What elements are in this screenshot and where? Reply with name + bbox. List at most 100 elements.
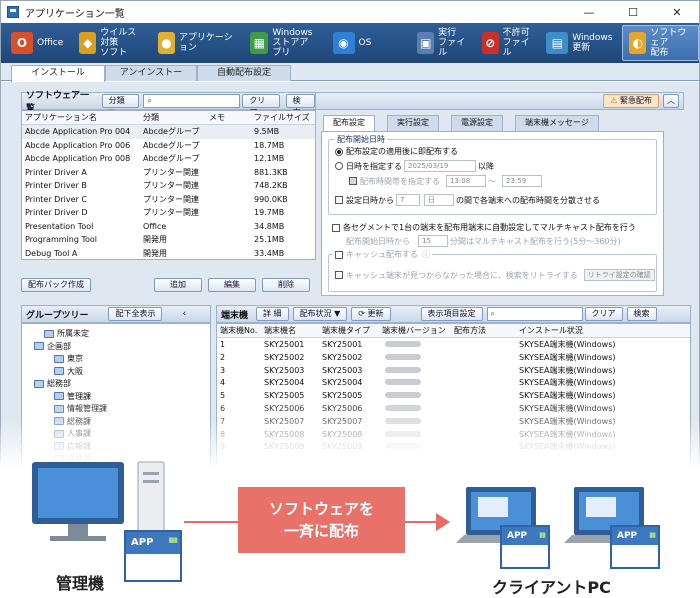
software-row[interactable]: Printer Driver C プリンター関連 990.0KB (22, 193, 315, 207)
software-row[interactable]: Printer Driver B プリンター関連 748.2KB (22, 179, 315, 193)
software-column-header[interactable]: ファイルサイズ (251, 111, 315, 124)
terminal-column-header[interactable]: 端末機タイプ (319, 324, 379, 337)
delete-button[interactable]: 削除 (262, 278, 310, 292)
create-pack-button[interactable]: 配布パック作成 (21, 278, 91, 292)
software-row[interactable]: Printer Driver A プリンター関連 881.3KB (22, 166, 315, 180)
collapse-left-icon[interactable]: ‹ (182, 309, 186, 319)
show-all-button[interactable]: 配下全表示 (108, 307, 163, 321)
group-tree-title: グループツリー (26, 310, 89, 321)
toolbar-item-3[interactable]: ▦ Windows ストアアプリ (244, 25, 322, 61)
app-icon (7, 6, 19, 18)
tab-terminal-message[interactable]: 端末機メッセージ (515, 115, 599, 131)
close-button[interactable]: ✕ (655, 1, 699, 23)
cache-retry-option[interactable]: キャッシュ端末が見つからなかった場合に、検索をリトライする リトライ設定の確認 (335, 269, 657, 281)
date-picker[interactable]: 2025/03/19 (404, 160, 476, 172)
spread-days-input[interactable]: 7 (396, 194, 420, 206)
terminal-row[interactable]: 4 SKY25004 SKY25004 SKYSEA端末機(Windows) (217, 376, 690, 389)
immediate-option[interactable]: 配布設定の適用後に即配布する (335, 146, 458, 157)
maximize-button[interactable]: ☐ (611, 1, 655, 23)
tab-execution-settings[interactable]: 実行設定 (387, 115, 439, 131)
terminal-column-header[interactable]: インストール状況 (516, 324, 676, 337)
spread-checkbox[interactable] (335, 196, 343, 204)
software-column-header[interactable]: メモ (206, 111, 251, 124)
terminal-search-input[interactable]: ⌕ (486, 307, 583, 321)
cache-retry-checkbox[interactable] (335, 271, 343, 279)
spread-option[interactable]: 設定日時から 7 日の間で各端末への配布時間を分散させる (335, 194, 600, 206)
toolbar-item-0[interactable]: O Office (5, 25, 69, 61)
toolbar-item-7[interactable]: ▤ Windows 更新 (540, 25, 618, 61)
toolbar-item-4[interactable]: ◉ OS (327, 25, 378, 61)
tree-node[interactable]: 東京 (54, 353, 83, 364)
tab-auto-distribution[interactable]: 自動配布設定 (197, 65, 291, 81)
tab-power-settings[interactable]: 電源設定 (451, 115, 503, 131)
edit-button[interactable]: 編集 (208, 278, 256, 292)
software-search-input[interactable]: ⌕ (143, 94, 241, 108)
toolbar-item-8[interactable]: ◐ ソフトウェア 配布 (622, 25, 699, 61)
tree-node[interactable]: 管理課 (54, 391, 91, 402)
terminal-column-header[interactable]: 端末機バージョン (379, 324, 451, 337)
toolbar-item-6[interactable]: ⊘ 不許可 ファイル (476, 25, 536, 61)
time-to-input[interactable]: 23:59 (502, 175, 542, 187)
terminal-row[interactable]: 6 SKY25006 SKY25006 SKYSEA端末機(Windows) (217, 402, 690, 415)
add-button[interactable]: 追加 (154, 278, 202, 292)
tree-node[interactable]: 企画部 (34, 341, 71, 352)
tree-node[interactable]: 総務部 (34, 378, 71, 389)
tab-uninstall[interactable]: アンインストール (105, 65, 197, 92)
software-cell: Office (143, 221, 167, 231)
time-range-option[interactable]: 配布時間帯を指定する 13:08 〜 23:59 (349, 175, 544, 187)
multicast-option[interactable]: 各セグメントで1台の端末を配布用端末に自動設定してマルチキャスト配布を行う (332, 222, 636, 233)
radio-immediate[interactable] (335, 147, 343, 156)
tree-node[interactable]: 情報管理課 (54, 403, 107, 414)
software-row[interactable]: Abcde Application Pro 004 Abcdeグループ 9.5MB (22, 125, 315, 139)
software-row[interactable]: Abcde Application Pro 006 Abcdeグループ 18.7MB (22, 139, 315, 153)
terminal-row[interactable]: 2 SKY25002 SKY25002 SKYSEA端末機(Windows) (217, 351, 690, 364)
software-search-button[interactable]: 検索 (285, 94, 315, 117)
tree-node[interactable]: 所属未定 (44, 328, 89, 339)
distribution-status-dropdown[interactable]: 配布状況 ▼ (292, 307, 348, 321)
toolbar-item-5[interactable]: ▣ 実行 ファイル (411, 25, 471, 61)
minimize-button[interactable]: — (567, 1, 611, 23)
software-column-header[interactable]: アプリケーション名 (22, 111, 140, 124)
terminal-cell: 3 (220, 365, 226, 375)
terminal-row[interactable]: 1 SKY25001 SKY25001 SKYSEA端末機(Windows) (217, 338, 690, 351)
toolbar-item-1[interactable]: ◆ ウイルス対策 ソフト (73, 25, 148, 61)
terminal-search-button[interactable]: 検索 (626, 307, 657, 321)
terminal-column-header[interactable]: 配布方法 (451, 324, 516, 337)
cache-option[interactable]: キャッシュ配布する ⓘ (333, 249, 432, 260)
software-row[interactable]: Printer Driver D プリンター関連 19.7MB (22, 206, 315, 220)
spread-unit-select[interactable]: 日 (424, 194, 454, 206)
cache-checkbox[interactable] (335, 250, 343, 259)
time-range-checkbox[interactable] (349, 177, 357, 185)
software-clear-button[interactable]: クリア (242, 94, 280, 117)
tree-node[interactable]: 大阪 (54, 366, 83, 377)
radio-date[interactable] (335, 162, 343, 170)
emergency-distribution-button[interactable]: ⚠ 緊急配布 (603, 94, 659, 108)
terminal-column-header[interactable]: 端末機名 (261, 324, 319, 337)
tab-distribution-settings[interactable]: 配布設定 (323, 115, 375, 131)
software-cell: プリンター関連 (143, 208, 199, 217)
toolbar-label: Windows ストアアプリ (272, 28, 313, 58)
software-cell: 33.4MB (254, 248, 285, 258)
date-option[interactable]: 日時を指定する 2025/03/19 以降 (335, 160, 494, 172)
detail-button[interactable]: 詳 細 (256, 307, 289, 321)
terminal-row[interactable]: 3 SKY25003 SKY25003 SKYSEA端末機(Windows) (217, 364, 690, 377)
software-row[interactable]: Abcde Application Pro 008 Abcdeグループ 12.1MB (22, 152, 315, 166)
software-row[interactable]: Presentation Tool Office 34.8MB (22, 220, 315, 234)
retry-settings-button[interactable]: リトライ設定の確認 (583, 269, 655, 281)
terminal-clear-button[interactable]: クリア (584, 307, 623, 321)
multicast-checkbox[interactable] (332, 223, 340, 232)
software-cell: Printer Driver C (25, 194, 87, 204)
time-from-input[interactable]: 13:08 (446, 175, 486, 187)
software-column-header[interactable]: 分類 (140, 111, 206, 124)
toolbar-item-2[interactable]: ● アプリケーション (152, 25, 240, 61)
collapse-button[interactable]: ︿ (663, 94, 679, 108)
terminal-column-header[interactable]: 端末機No. (217, 324, 261, 337)
software-row[interactable]: Debug Tool A 開発用 33.4MB (22, 247, 315, 261)
refresh-button[interactable]: ⟳ 更新 (351, 307, 391, 321)
terminal-row[interactable]: 5 SKY25005 SKY25005 SKYSEA端末機(Windows) (217, 389, 690, 402)
tab-install[interactable]: インストール (11, 65, 105, 82)
software-row[interactable]: Programming Tool 開発用 25.1MB (22, 233, 315, 247)
display-items-button[interactable]: 表示項目設定 (420, 307, 483, 321)
category-dropdown[interactable]: 分類 ▼ (101, 94, 140, 117)
multicast-minutes-input[interactable]: 15 (418, 235, 448, 247)
